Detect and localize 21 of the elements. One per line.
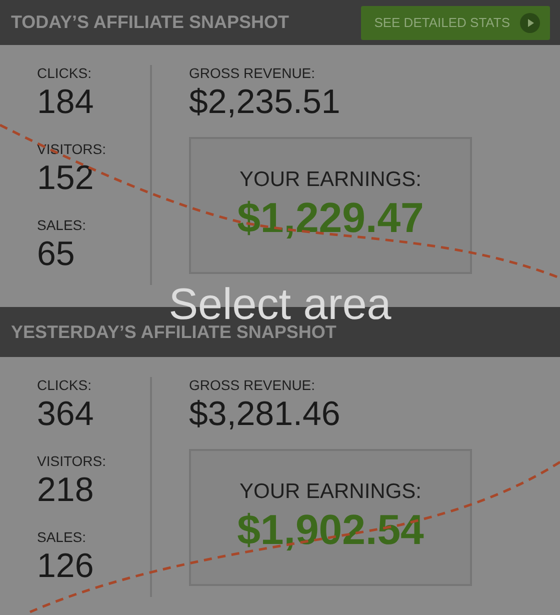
gross-revenue-value: $3,281.46 (189, 394, 340, 435)
play-icon (520, 12, 540, 32)
gross-revenue-label: GROSS REVENUE: (189, 377, 316, 393)
stat-value: 65 (37, 234, 76, 275)
stat-label: VISITORS: (37, 453, 107, 469)
stat-value: 184 (37, 82, 95, 123)
stat-label: SALES: (37, 529, 88, 545)
earnings-label: YOUR EARNINGS: (239, 480, 422, 504)
stat-value: 364 (37, 394, 95, 435)
stat-value: 218 (37, 470, 95, 511)
earnings-value: $1,229.47 (237, 192, 424, 242)
stat-value: 126 (37, 546, 95, 587)
earnings-label: YOUR EARNINGS: (239, 168, 422, 192)
stat-label: CLICKS: (37, 65, 92, 81)
gross-revenue-value: $2,235.51 (189, 82, 340, 123)
section-title: TODAY’S AFFILIATE SNAPSHOT (11, 12, 290, 33)
stat-label: SALES: (37, 217, 88, 233)
stat-value: 152 (37, 158, 95, 199)
stat-label: CLICKS: (37, 377, 92, 393)
gross-revenue-label: GROSS REVENUE: (189, 65, 316, 81)
see-stats-button[interactable]: SEE DETAILED STATS (361, 6, 550, 40)
